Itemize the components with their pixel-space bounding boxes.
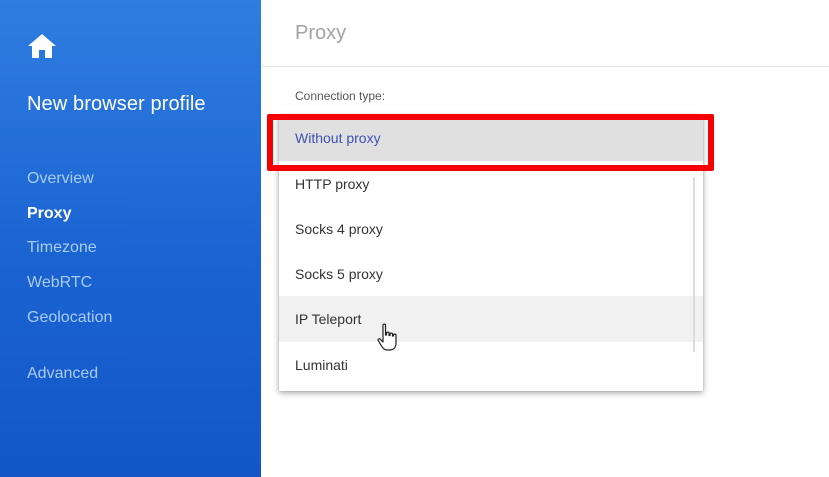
sidebar-item-geolocation[interactable]: Geolocation (27, 309, 112, 327)
sidebar-item-webrtc[interactable]: WebRTC (27, 274, 92, 292)
option-without-proxy[interactable]: Without proxy (279, 115, 703, 161)
option-socks5-proxy[interactable]: Socks 5 proxy (279, 251, 703, 297)
connection-type-dropdown[interactable]: Without proxy HTTP proxy Socks 4 proxy S… (279, 115, 703, 391)
dropdown-scrollbar[interactable] (693, 177, 695, 352)
sidebar-item-advanced[interactable]: Advanced (27, 365, 98, 383)
sidebar-item-proxy[interactable]: Proxy (27, 205, 71, 223)
hand-pointer-icon (377, 323, 397, 351)
option-luminati[interactable]: Luminati (279, 342, 703, 388)
page-title: Proxy (295, 22, 347, 44)
sidebar-item-overview[interactable]: Overview (27, 170, 94, 188)
option-socks4-proxy[interactable]: Socks 4 proxy (279, 206, 703, 252)
sidebar-title: New browser profile (27, 93, 206, 115)
sidebar-item-timezone[interactable]: Timezone (27, 239, 97, 257)
connection-type-label: Connection type: (295, 89, 386, 103)
option-http-proxy[interactable]: HTTP proxy (279, 161, 703, 207)
option-ip-teleport[interactable]: IP Teleport (279, 296, 703, 342)
home-icon[interactable] (27, 33, 57, 59)
sidebar: New browser profile Overview Proxy Timez… (0, 0, 261, 477)
header-divider (261, 66, 829, 67)
